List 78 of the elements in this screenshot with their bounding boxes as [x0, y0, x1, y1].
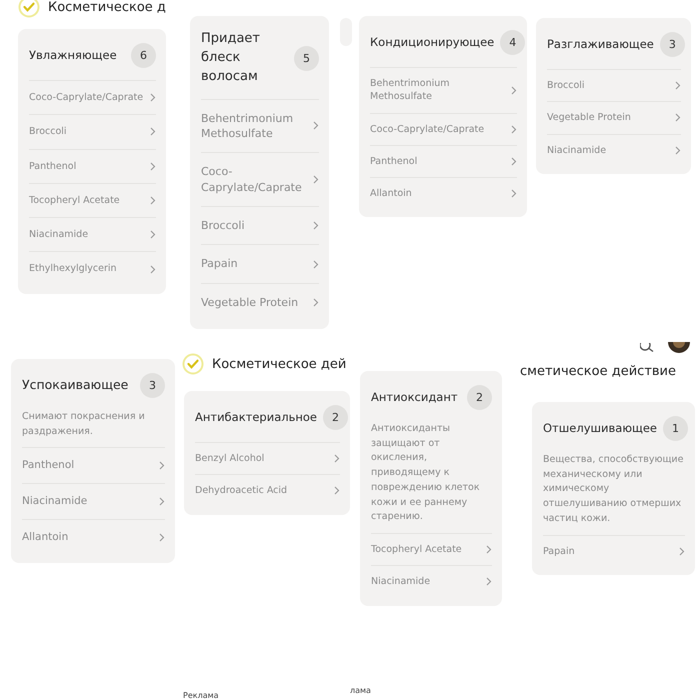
ingredient-item[interactable]: Broccoli — [201, 206, 319, 244]
count-badge: 5 — [294, 46, 319, 71]
count-badge: 6 — [131, 43, 156, 68]
ingredient-item[interactable]: Tocopheryl Acetate — [29, 182, 156, 218]
chevron-icon — [675, 81, 681, 90]
card-title: Придает блеск волосам — [201, 30, 262, 86]
chevron-icon — [679, 546, 685, 556]
ingredient-item[interactable]: Panthenol — [22, 447, 165, 484]
chevron-icon — [313, 260, 319, 269]
count-badge: 3 — [140, 373, 165, 398]
card-description: Снимают покраснения и раздражения. — [22, 410, 146, 439]
ingredient-item[interactable]: Dehydroacetic Acid — [195, 474, 340, 507]
ingredient-item[interactable]: Behentrimonium Methosulfate — [201, 98, 319, 152]
ingredient-item[interactable]: Panthenol — [29, 148, 156, 183]
ingredient-item[interactable]: Tocopheryl Acetate — [371, 533, 492, 566]
chevron-icon — [159, 496, 165, 506]
card-title: Кондиционирующее — [370, 34, 494, 51]
count-badge: 2 — [323, 405, 348, 430]
card-description: Антиоксиданты защищают от окисления, приводящему к повреждению клеток кожи и ее раннему старению. — [371, 422, 481, 524]
ad-label: лама — [350, 686, 371, 695]
ingredient-item[interactable]: Allantoin — [370, 177, 517, 210]
chevron-icon — [150, 196, 156, 206]
count-badge: 3 — [660, 32, 685, 57]
chevron-icon — [334, 454, 340, 464]
count-badge: 2 — [467, 385, 492, 410]
ingredient-item[interactable]: Benzyl Alcohol — [195, 442, 340, 474]
chevron-icon — [150, 230, 156, 240]
card-title: Антибактериальное — [195, 409, 317, 426]
chevron-icon — [511, 189, 517, 198]
section-heading: Косметическое д — [48, 0, 166, 14]
chevron-icon — [334, 486, 340, 496]
ingredient-item[interactable]: Allantoin — [22, 518, 165, 554]
ingredient-item[interactable]: Panthenol — [370, 144, 517, 178]
chevron-icon — [313, 221, 319, 230]
chevron-icon — [486, 577, 492, 586]
chevron-icon — [150, 264, 156, 274]
ingredient-item[interactable]: Coco-Caprylate/Caprate — [29, 80, 156, 114]
chevron-icon — [150, 162, 156, 171]
chevron-icon — [511, 124, 517, 134]
chevron-icon — [150, 127, 156, 136]
card-title: Разглаживающее — [547, 36, 654, 53]
chevron-icon — [511, 86, 517, 95]
card-title: Увлажняющее — [29, 47, 117, 64]
chevron-icon — [159, 532, 165, 542]
ingredient-item[interactable]: Vegetable Protein — [547, 101, 681, 134]
card-title: Антиоксидант — [371, 389, 458, 406]
count-badge: 4 — [500, 30, 526, 55]
chevron-icon — [486, 545, 492, 554]
chevron-icon — [511, 157, 517, 166]
ingredient-item[interactable]: Niacinamide — [22, 483, 165, 519]
avatar-icon[interactable] — [668, 342, 690, 353]
ingredient-item[interactable]: Niacinamide — [371, 565, 492, 598]
ingredient-item[interactable]: Niacinamide — [547, 134, 681, 166]
card-title: Успокаивающее — [22, 376, 128, 394]
ingredient-item[interactable]: Broccoli — [547, 69, 681, 102]
ingredient-item[interactable]: Niacinamide — [29, 217, 156, 252]
ingredient-item[interactable]: Papain — [543, 534, 685, 567]
section-heading: сметическое действие — [520, 364, 676, 379]
ingredient-item[interactable]: Behentrimonium Methosulfate — [370, 67, 517, 113]
ingredient-item[interactable]: Coco-Caprylate/Caprate — [370, 112, 517, 145]
chevron-icon — [675, 113, 681, 122]
chevron-icon — [159, 461, 165, 470]
card-title: Отшелушивающее — [543, 420, 657, 437]
chevron-icon — [150, 93, 156, 102]
chevron-icon — [313, 298, 319, 308]
ingredient-item[interactable]: Broccoli — [29, 114, 156, 149]
ad-label: Реклама — [183, 691, 219, 700]
card-description: Вещества, способствующие механическому или химическому отшелушиванию отмерших частиц кожи. — [543, 453, 684, 526]
ingredient-item[interactable]: Coco-Caprylate/Caprate — [201, 152, 319, 206]
chevron-icon — [675, 146, 681, 155]
search-icon[interactable] — [640, 342, 654, 352]
ingredient-item[interactable]: Papain — [201, 244, 319, 283]
count-badge: 1 — [663, 416, 688, 441]
chevron-icon — [313, 175, 319, 184]
chevron-icon — [313, 121, 319, 130]
ingredient-item[interactable]: Ethylhexylglycerin — [29, 251, 156, 286]
section-heading: Косметическое дей — [212, 356, 346, 372]
ingredient-item[interactable]: Vegetable Protein — [201, 282, 319, 322]
